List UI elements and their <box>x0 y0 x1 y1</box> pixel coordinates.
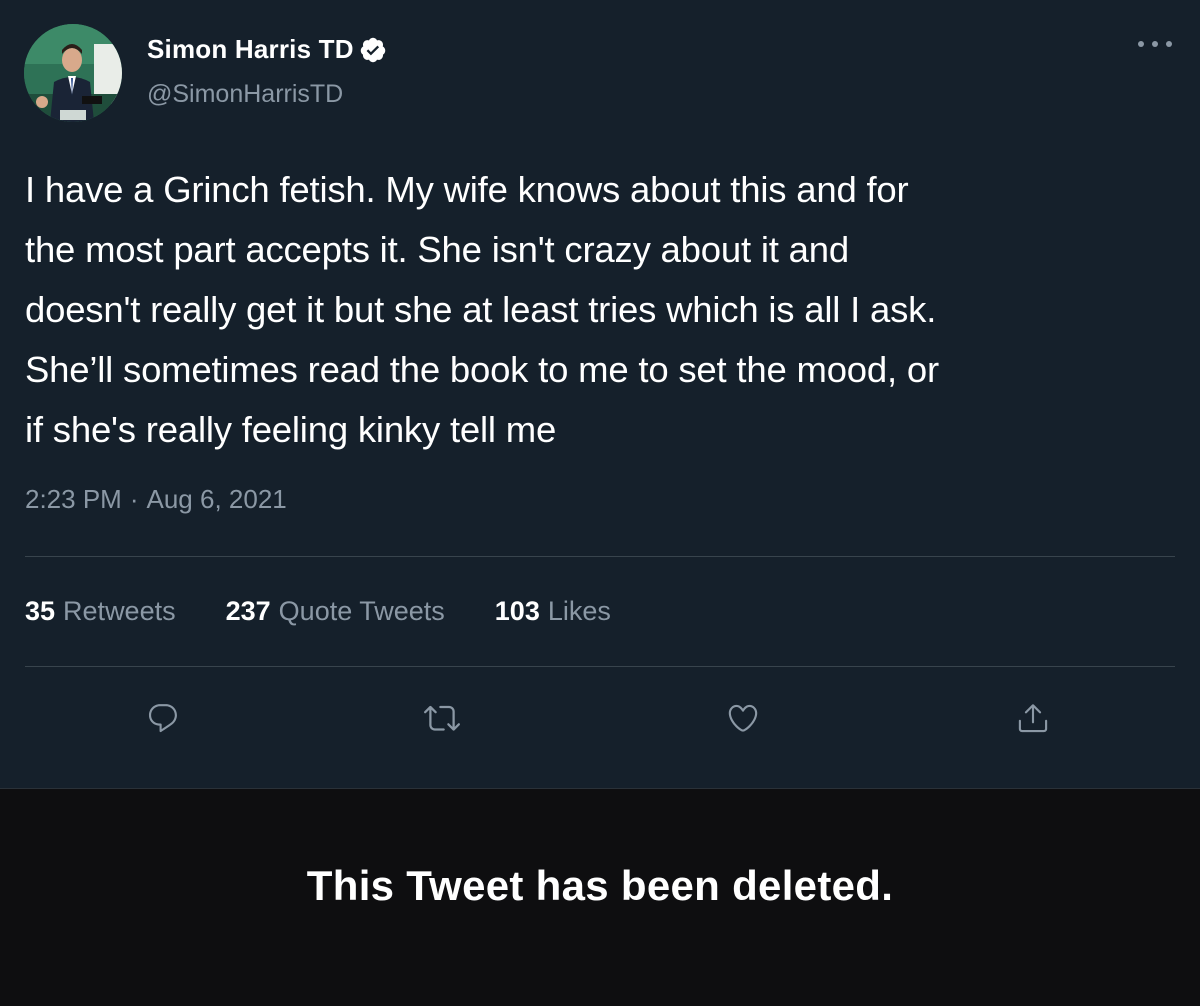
author-handle[interactable]: @SimonHarrisTD <box>147 80 343 109</box>
more-dot <box>1152 41 1158 47</box>
quote-tweets-count: 237 <box>225 596 271 626</box>
retweets-label: Retweets <box>63 596 176 626</box>
like-icon <box>728 704 758 732</box>
divider <box>25 556 1175 557</box>
divider <box>25 666 1175 667</box>
like-button[interactable] <box>721 696 765 740</box>
tweet-time: 2:23 PM <box>25 484 122 514</box>
likes-count: 103 <box>494 596 540 626</box>
engagement-stats: 35 Retweets 237 Quote Tweets 103 Likes <box>25 596 661 627</box>
tweet-timestamp[interactable]: 2:23 PM · Aug 6, 2021 <box>25 484 287 515</box>
retweet-icon <box>424 705 460 731</box>
tweet-date: Aug 6, 2021 <box>146 484 287 514</box>
more-dot <box>1138 41 1144 47</box>
author-name-row: Simon Harris TD <box>147 34 387 65</box>
likes-stat[interactable]: 103 Likes <box>495 596 611 627</box>
tweet-text: I have a Grinch fetish. My wife knows ab… <box>25 169 939 450</box>
reply-icon <box>148 704 177 733</box>
timestamp-separator: · <box>129 484 139 514</box>
quote-tweets-stat[interactable]: 237 Quote Tweets <box>226 596 445 627</box>
share-icon <box>1018 704 1048 733</box>
retweet-button[interactable] <box>420 696 464 740</box>
deleted-message: This Tweet has been deleted. <box>306 862 894 909</box>
author-avatar[interactable] <box>24 24 122 122</box>
author-name[interactable]: Simon Harris TD <box>147 34 354 65</box>
more-dot <box>1166 41 1172 47</box>
tweet-card: Simon Harris TD @SimonHarrisTD I have a … <box>0 0 1200 788</box>
verified-badge-icon <box>359 36 387 64</box>
retweets-count: 35 <box>25 596 56 626</box>
more-options-icon[interactable] <box>1138 37 1172 51</box>
quote-tweets-label: Quote Tweets <box>278 596 445 626</box>
likes-label: Likes <box>547 596 611 626</box>
reply-button[interactable] <box>141 696 185 740</box>
share-button[interactable] <box>1011 696 1055 740</box>
avatar-photo-icon <box>24 24 122 122</box>
retweets-stat[interactable]: 35 Retweets <box>25 596 176 627</box>
